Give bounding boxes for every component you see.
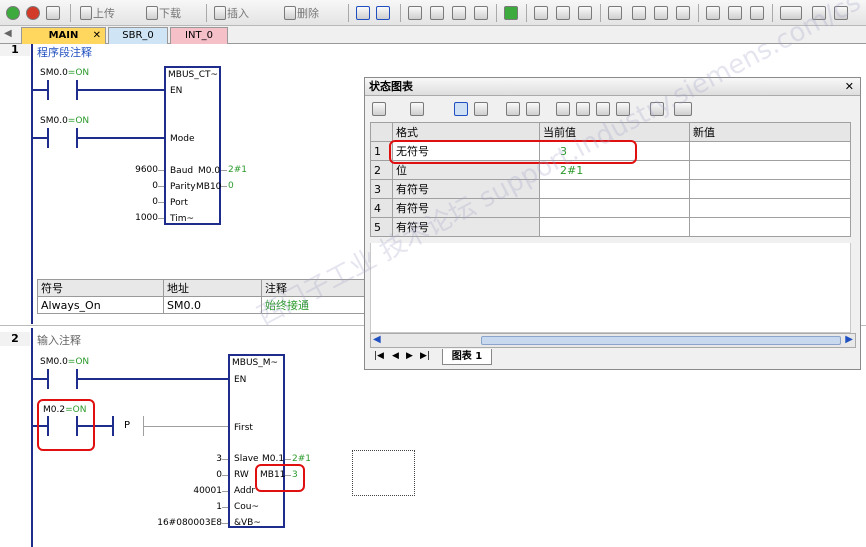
coil-icon[interactable] <box>726 4 744 22</box>
comment-icon[interactable] <box>674 102 692 116</box>
last-sheet-icon[interactable]: ▶| <box>420 351 430 361</box>
slave-out-value: 2#1 <box>292 454 311 464</box>
cursor-selection[interactable] <box>352 450 415 496</box>
delete-row-icon[interactable] <box>410 102 424 116</box>
box-icon[interactable] <box>748 4 766 22</box>
stop-icon[interactable] <box>24 4 42 22</box>
network-comment[interactable]: 程序段注释 <box>37 44 92 60</box>
unforce-all-icon[interactable] <box>596 102 610 116</box>
line-left-icon[interactable] <box>652 4 670 22</box>
next-sheet-icon[interactable]: ▶ <box>406 351 413 361</box>
window-title: 状态图表 <box>365 78 860 96</box>
line-right-icon[interactable] <box>674 4 692 22</box>
highlight-annotation <box>37 399 95 451</box>
positive-transition-icon[interactable] <box>112 416 114 436</box>
symbol-table-icon[interactable] <box>810 4 828 22</box>
main-toolbar: 上传 下载 插入 删除 <box>0 0 866 26</box>
read-forced-icon[interactable] <box>616 102 630 116</box>
run-icon[interactable] <box>4 4 22 22</box>
scroll-right-icon[interactable]: ▶ <box>845 334 853 345</box>
chart-status-icon[interactable] <box>374 4 392 22</box>
network-comment[interactable]: 输入注释 <box>37 332 81 348</box>
clear-bookmark-icon[interactable] <box>472 4 490 22</box>
scroll-left-icon[interactable]: ◀ <box>373 334 381 345</box>
highlight-annotation <box>255 464 305 492</box>
branch-up-icon[interactable] <box>630 4 648 22</box>
download-button[interactable]: 下载 <box>144 4 182 22</box>
read-icon[interactable] <box>506 102 520 116</box>
close-icon[interactable]: ✕ <box>845 80 854 93</box>
insert-button[interactable]: 插入 <box>212 4 250 22</box>
power-rail <box>31 44 33 324</box>
scrollbar-thumb[interactable] <box>481 336 841 345</box>
compile-icon[interactable] <box>44 4 62 22</box>
force-icon[interactable] <box>556 102 570 116</box>
editor-tab-bar: ◀ MAIN ✕ SBR_0 INT_0 <box>0 26 866 44</box>
contact-label: SM0.0=ON <box>40 116 90 126</box>
unlock-all-icon[interactable] <box>576 4 594 22</box>
next-bookmark-icon[interactable] <box>450 4 468 22</box>
program-status-icon[interactable] <box>354 4 372 22</box>
contact-label: SM0.0=ON <box>40 68 90 78</box>
table-row[interactable]: 3 有符号 <box>370 179 851 199</box>
contact-icon[interactable] <box>704 4 722 22</box>
pause-icon[interactable] <box>474 102 488 116</box>
prev-bookmark-icon[interactable] <box>428 4 446 22</box>
contact-icon[interactable] <box>47 80 49 100</box>
table-row[interactable]: 5 有符号 <box>370 217 851 237</box>
status-chart-window[interactable]: 状态图表 ✕ 格式 当前值 新值 1 无符号 3 2 位 2#1 3 有符号 4… <box>364 77 861 370</box>
contact-icon[interactable] <box>47 369 49 389</box>
unforce-icon[interactable] <box>576 102 590 116</box>
symbol-info-icon[interactable] <box>832 4 850 22</box>
unlock-icon[interactable] <box>554 4 572 22</box>
prev-sheet-icon[interactable]: ◀ <box>392 351 399 361</box>
branch-down-icon[interactable] <box>606 4 624 22</box>
table-header-row: 格式 当前值 新值 <box>370 122 851 142</box>
table-row[interactable]: 4 有符号 <box>370 198 851 218</box>
parity-out-value: 0 <box>228 181 234 191</box>
sheet-tab-chart1[interactable]: 图表 1 <box>442 349 492 365</box>
mbus-msg-block[interactable]: MBUS_M~ EN First Slave M0.1 RW MB11 Addr… <box>228 354 285 528</box>
symbol-info-table: 符号 地址 注释 Always_On SM0.0 始终接通 <box>37 279 365 314</box>
chart-status-icon[interactable] <box>454 102 468 116</box>
horizontal-scrollbar[interactable]: ◀ ▶ <box>370 333 856 348</box>
tab-sbr0[interactable]: SBR_0 <box>108 27 168 44</box>
upload-button[interactable]: 上传 <box>78 4 116 22</box>
block-title: MBUS_CT~ <box>168 70 219 80</box>
baud-out-value: 2#1 <box>228 165 247 175</box>
close-icon[interactable]: ✕ <box>93 28 101 44</box>
sheet-tab-bar: |◀ ◀ ▶ ▶| 图表 1 <box>370 349 856 367</box>
mbus-ctrl-block[interactable]: MBUS_CT~ EN Mode Baud M0.0 Parity MB10 P… <box>164 66 221 225</box>
trend-icon[interactable] <box>650 102 664 116</box>
power-rail <box>31 328 33 547</box>
tab-scroll-left-icon[interactable]: ◀ <box>4 28 12 39</box>
network-number: 1 <box>0 44 30 56</box>
delete-button[interactable]: 删除 <box>282 4 320 22</box>
comment-icon[interactable] <box>778 4 804 22</box>
contact-label: SM0.0=ON <box>40 357 90 367</box>
bookmark-icon[interactable] <box>406 4 424 22</box>
highlight-annotation <box>389 140 637 164</box>
lock-icon[interactable] <box>532 4 550 22</box>
goto-icon[interactable] <box>502 4 520 22</box>
add-row-icon[interactable] <box>372 102 386 116</box>
contact-icon[interactable] <box>47 128 49 148</box>
tab-main[interactable]: MAIN ✕ <box>21 27 106 44</box>
network-number: 2 <box>0 332 30 346</box>
first-sheet-icon[interactable]: |◀ <box>374 351 384 361</box>
tab-int0[interactable]: INT_0 <box>170 27 228 44</box>
write-icon[interactable] <box>526 102 540 116</box>
chart-toolbar <box>369 98 857 120</box>
block-title: MBUS_M~ <box>232 358 279 368</box>
